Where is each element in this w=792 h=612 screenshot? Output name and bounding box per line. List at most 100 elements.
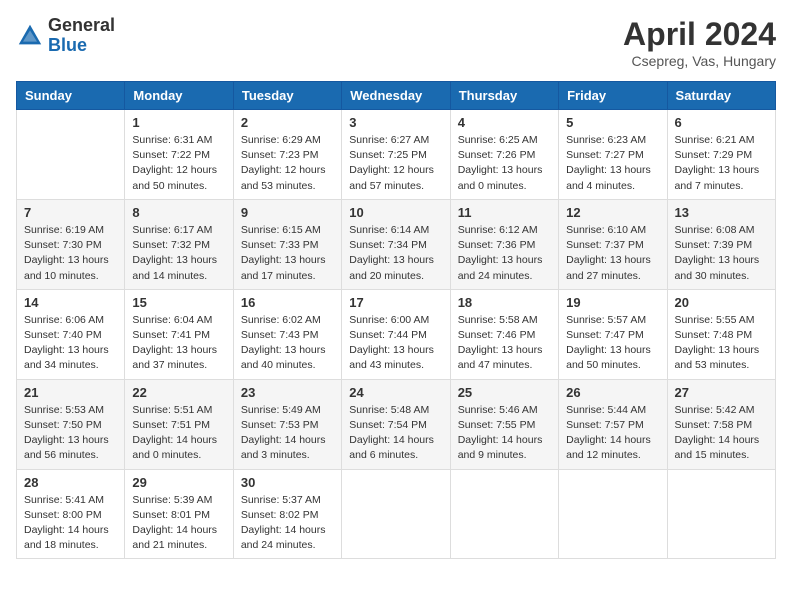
weekday-header-sunday: Sunday xyxy=(17,82,125,110)
day-number: 5 xyxy=(566,115,659,130)
day-info: Sunrise: 5:49 AMSunset: 7:53 PMDaylight:… xyxy=(241,403,334,464)
calendar-table: SundayMondayTuesdayWednesdayThursdayFrid… xyxy=(16,81,776,559)
day-number: 10 xyxy=(349,205,442,220)
day-info: Sunrise: 6:08 AMSunset: 7:39 PMDaylight:… xyxy=(675,223,768,284)
logo-text: General Blue xyxy=(48,16,115,56)
day-info: Sunrise: 5:41 AMSunset: 8:00 PMDaylight:… xyxy=(24,493,117,554)
day-number: 6 xyxy=(675,115,768,130)
day-info: Sunrise: 5:46 AMSunset: 7:55 PMDaylight:… xyxy=(458,403,551,464)
day-number: 18 xyxy=(458,295,551,310)
calendar-cell: 1Sunrise: 6:31 AMSunset: 7:22 PMDaylight… xyxy=(125,110,233,200)
logo-general: General xyxy=(48,16,115,36)
day-number: 24 xyxy=(349,385,442,400)
day-info: Sunrise: 5:57 AMSunset: 7:47 PMDaylight:… xyxy=(566,313,659,374)
day-info: Sunrise: 5:53 AMSunset: 7:50 PMDaylight:… xyxy=(24,403,117,464)
weekday-header-monday: Monday xyxy=(125,82,233,110)
calendar-cell: 29Sunrise: 5:39 AMSunset: 8:01 PMDayligh… xyxy=(125,469,233,559)
calendar-cell: 23Sunrise: 5:49 AMSunset: 7:53 PMDayligh… xyxy=(233,379,341,469)
day-info: Sunrise: 5:48 AMSunset: 7:54 PMDaylight:… xyxy=(349,403,442,464)
calendar-cell xyxy=(559,469,667,559)
day-info: Sunrise: 6:14 AMSunset: 7:34 PMDaylight:… xyxy=(349,223,442,284)
day-number: 15 xyxy=(132,295,225,310)
logo-icon xyxy=(16,22,44,50)
calendar-cell: 22 Sunrise: 5:51 AMSunset: 7:51 PMDayligh… xyxy=(125,379,233,469)
calendar-week-row: 1Sunrise: 6:31 AMSunset: 7:22 PMDaylight… xyxy=(17,110,776,200)
day-number: 12 xyxy=(566,205,659,220)
day-info: Sunrise: 5:42 AMSunset: 7:58 PMDaylight:… xyxy=(675,403,768,464)
calendar-week-row: 7 Sunrise: 6:19 AMSunset: 7:30 PMDaylight… xyxy=(17,199,776,289)
day-number: 19 xyxy=(566,295,659,310)
day-info: Sunrise: 6:27 AMSunset: 7:25 PMDaylight:… xyxy=(349,133,442,194)
calendar-cell: 15 Sunrise: 6:04 AMSunset: 7:41 PMDayligh… xyxy=(125,289,233,379)
day-number: 2 xyxy=(241,115,334,130)
day-number: 14 xyxy=(24,295,117,310)
calendar-cell: 20Sunrise: 5:55 AMSunset: 7:48 PMDayligh… xyxy=(667,289,775,379)
day-number: 7 xyxy=(24,205,117,220)
day-info: Sunrise: 6:06 AMSunset: 7:40 PMDaylight:… xyxy=(24,313,117,374)
calendar-cell xyxy=(342,469,450,559)
day-info: Sunrise: 6:15 AMSunset: 7:33 PMDaylight:… xyxy=(241,223,334,284)
calendar-cell: 17 Sunrise: 6:00 AMSunset: 7:44 PMDayligh… xyxy=(342,289,450,379)
calendar-cell: 26Sunrise: 5:44 AMSunset: 7:57 PMDayligh… xyxy=(559,379,667,469)
day-number: 25 xyxy=(458,385,551,400)
calendar-cell: 16Sunrise: 6:02 AMSunset: 7:43 PMDayligh… xyxy=(233,289,341,379)
logo: General Blue xyxy=(16,16,115,56)
calendar-cell: 18Sunrise: 5:58 AMSunset: 7:46 PMDayligh… xyxy=(450,289,558,379)
calendar-cell: 8Sunrise: 6:17 AMSunset: 7:32 PMDaylight… xyxy=(125,199,233,289)
calendar-week-row: 14 Sunrise: 6:06 AMSunset: 7:40 PMDayligh… xyxy=(17,289,776,379)
calendar-cell: 11Sunrise: 6:12 AMSunset: 7:36 PMDayligh… xyxy=(450,199,558,289)
day-info: Sunrise: 6:04 AMSunset: 7:41 PMDaylight:… xyxy=(132,313,225,374)
day-number: 4 xyxy=(458,115,551,130)
calendar-cell: 21Sunrise: 5:53 AMSunset: 7:50 PMDayligh… xyxy=(17,379,125,469)
day-info: Sunrise: 5:55 AMSunset: 7:48 PMDaylight:… xyxy=(675,313,768,374)
calendar-cell: 24 Sunrise: 5:48 AMSunset: 7:54 PMDayligh… xyxy=(342,379,450,469)
weekday-header-tuesday: Tuesday xyxy=(233,82,341,110)
day-number: 1 xyxy=(132,115,225,130)
weekday-header-saturday: Saturday xyxy=(667,82,775,110)
calendar-cell: 3 Sunrise: 6:27 AMSunset: 7:25 PMDaylight… xyxy=(342,110,450,200)
day-number: 8 xyxy=(132,205,225,220)
calendar-cell: 7 Sunrise: 6:19 AMSunset: 7:30 PMDaylight… xyxy=(17,199,125,289)
calendar-cell: 9 Sunrise: 6:15 AMSunset: 7:33 PMDaylight… xyxy=(233,199,341,289)
calendar-cell: 25 Sunrise: 5:46 AMSunset: 7:55 PMDayligh… xyxy=(450,379,558,469)
calendar-cell: 12Sunrise: 6:10 AMSunset: 7:37 PMDayligh… xyxy=(559,199,667,289)
weekday-header-wednesday: Wednesday xyxy=(342,82,450,110)
weekday-header-friday: Friday xyxy=(559,82,667,110)
day-number: 28 xyxy=(24,475,117,490)
page-header: General Blue April 2024 Csepreg, Vas, Hu… xyxy=(16,16,776,69)
calendar-cell: 2Sunrise: 6:29 AMSunset: 7:23 PMDaylight… xyxy=(233,110,341,200)
day-number: 27 xyxy=(675,385,768,400)
day-number: 26 xyxy=(566,385,659,400)
day-info: Sunrise: 6:25 AMSunset: 7:26 PMDaylight:… xyxy=(458,133,551,194)
day-info: Sunrise: 6:19 AMSunset: 7:30 PMDaylight:… xyxy=(24,223,117,284)
calendar-cell: 5Sunrise: 6:23 AMSunset: 7:27 PMDaylight… xyxy=(559,110,667,200)
calendar-cell xyxy=(17,110,125,200)
calendar-cell: 27 Sunrise: 5:42 AMSunset: 7:58 PMDayligh… xyxy=(667,379,775,469)
day-info: Sunrise: 6:02 AMSunset: 7:43 PMDaylight:… xyxy=(241,313,334,374)
day-number: 3 xyxy=(349,115,442,130)
calendar-cell: 30Sunrise: 5:37 AMSunset: 8:02 PMDayligh… xyxy=(233,469,341,559)
day-info: Sunrise: 6:00 AMSunset: 7:44 PMDaylight:… xyxy=(349,313,442,374)
calendar-cell: 6 Sunrise: 6:21 AMSunset: 7:29 PMDaylight… xyxy=(667,110,775,200)
calendar-cell: 4 Sunrise: 6:25 AMSunset: 7:26 PMDaylight… xyxy=(450,110,558,200)
location: Csepreg, Vas, Hungary xyxy=(623,53,776,69)
calendar-header-row: SundayMondayTuesdayWednesdayThursdayFrid… xyxy=(17,82,776,110)
day-info: Sunrise: 5:39 AMSunset: 8:01 PMDaylight:… xyxy=(132,493,225,554)
calendar-week-row: 28 Sunrise: 5:41 AMSunset: 8:00 PMDayligh… xyxy=(17,469,776,559)
day-number: 22 xyxy=(132,385,225,400)
title-block: April 2024 Csepreg, Vas, Hungary xyxy=(623,16,776,69)
day-info: Sunrise: 5:37 AMSunset: 8:02 PMDaylight:… xyxy=(241,493,334,554)
month-title: April 2024 xyxy=(623,16,776,53)
day-info: Sunrise: 5:51 AMSunset: 7:51 PMDaylight:… xyxy=(132,403,225,464)
day-number: 17 xyxy=(349,295,442,310)
day-number: 11 xyxy=(458,205,551,220)
weekday-header-thursday: Thursday xyxy=(450,82,558,110)
logo-blue: Blue xyxy=(48,36,115,56)
calendar-cell: 19 Sunrise: 5:57 AMSunset: 7:47 PMDayligh… xyxy=(559,289,667,379)
calendar-cell xyxy=(667,469,775,559)
day-number: 9 xyxy=(241,205,334,220)
calendar-cell: 14 Sunrise: 6:06 AMSunset: 7:40 PMDayligh… xyxy=(17,289,125,379)
day-number: 13 xyxy=(675,205,768,220)
day-info: Sunrise: 6:21 AMSunset: 7:29 PMDaylight:… xyxy=(675,133,768,194)
calendar-cell xyxy=(450,469,558,559)
